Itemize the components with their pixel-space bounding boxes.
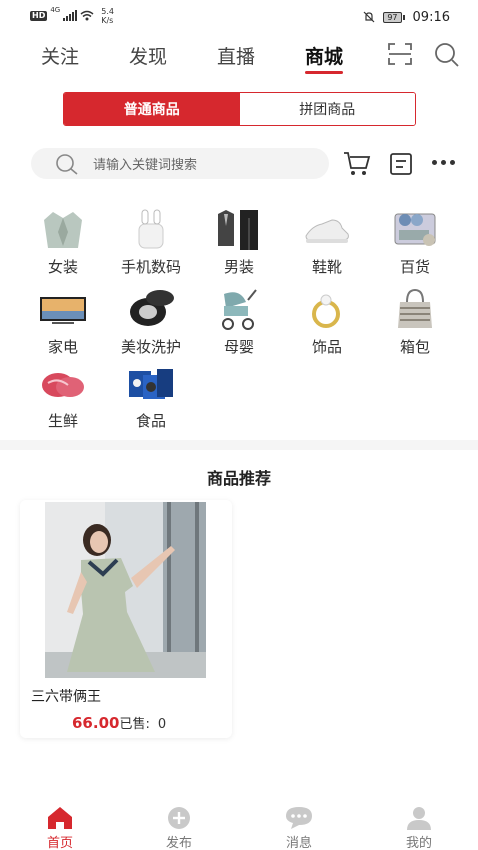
nav-label: 消息 xyxy=(285,836,312,850)
tab-live[interactable]: 直播 xyxy=(217,42,255,69)
category-label: 母婴 xyxy=(223,338,254,356)
battery-icon: 97 xyxy=(383,12,405,23)
recommend-title: 商品推荐 xyxy=(206,469,271,488)
nav-messages[interactable]: 消息 xyxy=(269,806,329,850)
category-mother-baby[interactable]: 母婴 xyxy=(194,286,284,357)
tab-mall[interactable]: 商城 xyxy=(305,42,343,69)
category-bags[interactable]: 箱包 xyxy=(370,286,460,357)
category-label: 鞋靴 xyxy=(311,258,342,276)
status-left: HD 4G 5.4 K/s xyxy=(30,6,114,25)
scan-icon[interactable] xyxy=(388,43,412,69)
product-type-switch: 普通商品 拼团商品 xyxy=(63,92,416,126)
nav-publish[interactable]: 发布 xyxy=(149,806,209,850)
tab-discover[interactable]: 发现 xyxy=(129,42,167,69)
product-name: 三六带俩王 xyxy=(31,689,101,705)
snacks-icon xyxy=(125,360,177,406)
tab-follow[interactable]: 关注 xyxy=(41,42,79,69)
status-right: 97 09:16 xyxy=(363,8,450,27)
blazer-icon xyxy=(37,206,89,252)
category-label: 美妆洗护 xyxy=(120,338,181,356)
plus-circle-icon xyxy=(149,806,209,830)
category-womens-clothing[interactable]: 女装 xyxy=(18,206,108,277)
chat-icon xyxy=(269,806,329,830)
nav-label: 首页 xyxy=(46,836,73,850)
category-label: 男装 xyxy=(223,258,254,276)
category-food[interactable]: 食品 xyxy=(106,360,196,431)
home-icon xyxy=(30,806,90,830)
search-icon[interactable] xyxy=(434,42,460,72)
category-label: 女装 xyxy=(47,258,78,276)
active-tab-indicator xyxy=(305,71,343,74)
signal-icon xyxy=(63,10,78,21)
category-label: 食品 xyxy=(135,412,166,430)
nav-label: 我的 xyxy=(405,836,432,850)
category-appliances[interactable]: 家电 xyxy=(18,286,108,357)
mute-bell-icon xyxy=(363,8,375,27)
bottom-nav: 首页 发布 消息 我的 xyxy=(0,798,478,850)
handbag-icon xyxy=(389,286,441,332)
nav-profile[interactable]: 我的 xyxy=(389,806,449,850)
product-card[interactable]: 三六带俩王 66.00 已售: 0 xyxy=(20,500,232,738)
user-icon xyxy=(389,806,449,830)
order-list-icon[interactable] xyxy=(390,153,412,179)
category-label: 箱包 xyxy=(399,338,430,356)
top-nav: 关注 发现 直播 商城 xyxy=(0,38,478,78)
category-general-merchandise[interactable]: 百货 xyxy=(370,206,460,277)
network-type: 4G xyxy=(50,6,61,14)
cart-icon[interactable] xyxy=(343,151,371,181)
cosmetic-icon xyxy=(125,286,177,332)
more-icon[interactable] xyxy=(432,160,455,165)
search-placeholder: 请输入关键词搜索 xyxy=(93,158,198,173)
category-accessories[interactable]: 饰品 xyxy=(282,286,372,357)
net-speed-value: 5.4 xyxy=(101,6,114,16)
category-beauty-care[interactable]: 美妆洗护 xyxy=(106,286,196,357)
nav-label: 发布 xyxy=(165,836,192,850)
ring-icon xyxy=(301,286,353,332)
category-mens-clothing[interactable]: 男装 xyxy=(194,206,284,277)
dish-rack-icon xyxy=(389,206,441,252)
product-image[interactable] xyxy=(45,502,206,678)
section-divider xyxy=(0,440,478,450)
net-speed: 5.4 K/s xyxy=(101,7,114,25)
stroller-icon xyxy=(213,286,265,332)
category-label: 百货 xyxy=(399,258,430,276)
segment-normal-products[interactable]: 普通商品 xyxy=(64,93,240,125)
category-label: 手机数码 xyxy=(120,258,181,276)
category-phones-digital[interactable]: 手机数码 xyxy=(106,206,196,277)
earbuds-icon xyxy=(125,206,177,252)
category-shoes[interactable]: 鞋靴 xyxy=(282,206,372,277)
sold-label: 已售: xyxy=(119,717,150,732)
category-label: 家电 xyxy=(47,338,78,356)
category-label: 饰品 xyxy=(311,338,342,356)
net-speed-unit: K/s xyxy=(101,15,114,25)
sold-count: 0 xyxy=(157,717,167,732)
suit-icon xyxy=(213,206,265,252)
search-icon xyxy=(55,153,79,175)
price-row: 66.00 已售: 0 xyxy=(72,713,166,732)
status-bar: HD 4G 5.4 K/s 97 09:16 xyxy=(0,0,478,32)
hd-badge: HD xyxy=(30,10,48,21)
nav-home[interactable]: 首页 xyxy=(30,806,90,850)
tv-icon xyxy=(37,286,89,332)
meat-icon xyxy=(37,360,89,406)
wifi-icon xyxy=(80,6,94,25)
category-fresh-food[interactable]: 生鲜 xyxy=(18,360,108,431)
battery-level: 97 xyxy=(383,12,402,23)
category-label: 生鲜 xyxy=(47,412,78,430)
product-price: 66.00 xyxy=(72,714,120,732)
segment-group-products[interactable]: 拼团商品 xyxy=(239,93,415,125)
search-input[interactable]: 请输入关键词搜索 xyxy=(31,148,329,179)
sneaker-icon xyxy=(301,206,353,252)
clock: 09:16 xyxy=(412,10,450,25)
